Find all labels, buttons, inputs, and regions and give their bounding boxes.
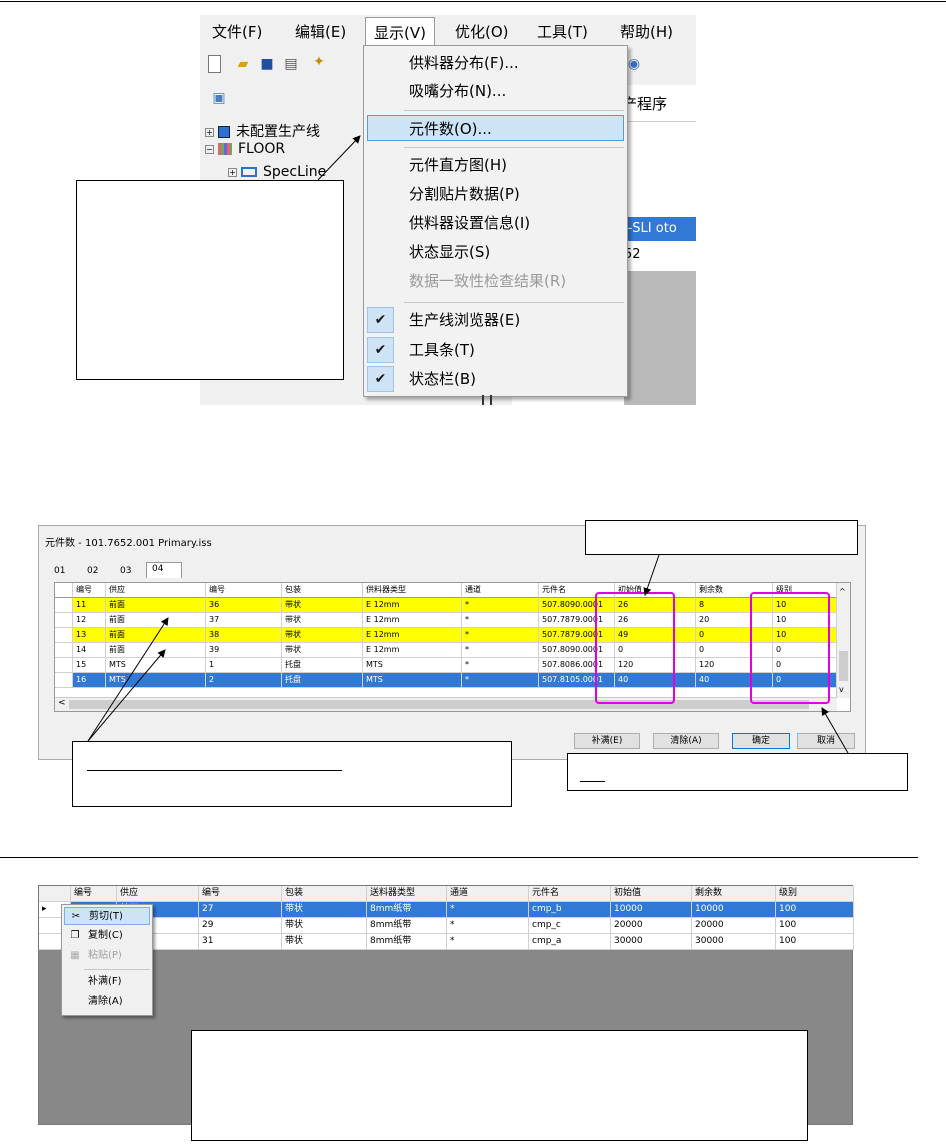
arrow [821,707,849,754]
arrow [87,617,169,742]
arrow [643,554,660,596]
arrow [317,135,361,181]
arrow [87,649,166,742]
annotation-arrows [87,135,849,754]
